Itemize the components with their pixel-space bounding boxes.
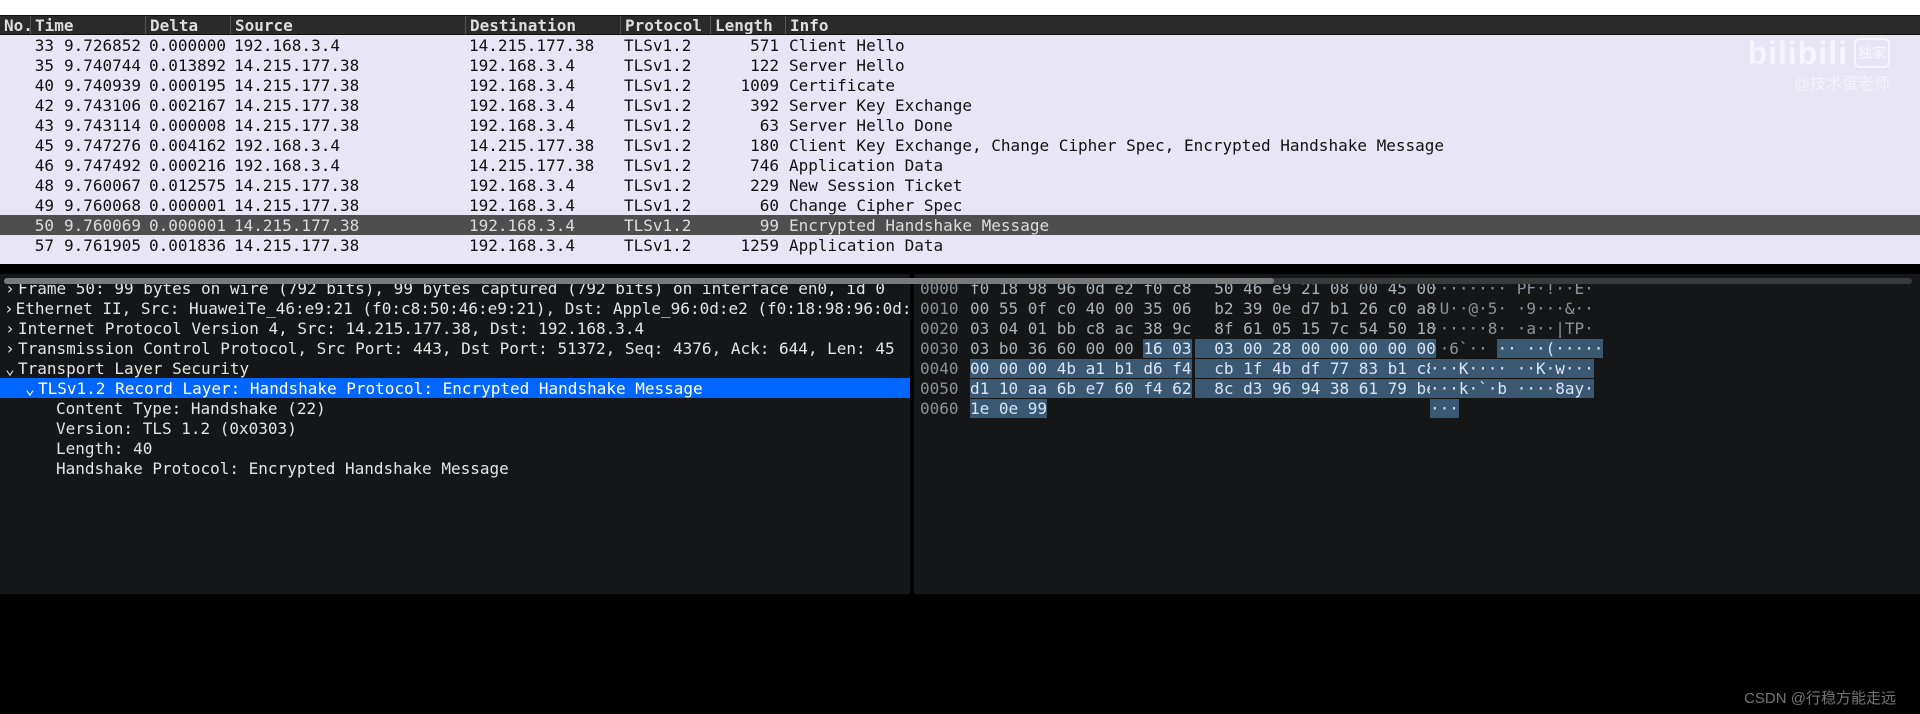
hdr-protocol[interactable]: Protocol [620,16,710,34]
packet-row[interactable]: 429.7431060.00216714.215.177.38192.168.3… [0,95,1920,115]
packet-row[interactable]: 409.7409390.00019514.215.177.38192.168.3… [0,75,1920,95]
tree-tls-record[interactable]: ⌄TLSv1.2 Record Layer: Handshake Protoco… [0,378,910,398]
tree-tls[interactable]: ⌄Transport Layer Security [0,358,910,378]
hdr-no[interactable]: No. [0,16,30,34]
packet-row[interactable]: 469.7474920.000216192.168.3.414.215.177.… [0,155,1920,175]
packet-row[interactable]: 439.7431140.00000814.215.177.38192.168.3… [0,115,1920,135]
packet-headers[interactable]: No. Time Delta Source Destination Protoc… [0,15,1920,35]
pane-divider[interactable] [0,264,1920,274]
packet-row[interactable]: 579.7619050.00183614.215.177.38192.168.3… [0,235,1920,255]
h-scrollbar[interactable] [4,278,1912,284]
packet-row[interactable]: 499.7600680.00000114.215.177.38192.168.3… [0,195,1920,215]
hdr-time[interactable]: Time [30,16,145,34]
tree-ethernet[interactable]: ›Ethernet II, Src: HuaweiTe_46:e9:21 (f0… [0,298,910,318]
packet-list-pane: No. Time Delta Source Destination Protoc… [0,0,1920,264]
chevron-down-icon: ⌄ [4,359,16,378]
hex-row[interactable]: 001000 55 0f c0 40 00 35 06 b2 39 0e d7 … [914,298,1920,318]
hdr-delta[interactable]: Delta [145,16,230,34]
chevron-down-icon: ⌄ [24,379,36,398]
hex-dump-pane[interactable]: 0000f0 18 98 96 0d e2 f0 c8 50 46 e9 21 … [910,274,1920,594]
tree-length[interactable]: Length: 40 [0,438,910,458]
packet-row[interactable]: 509.7600690.00000114.215.177.38192.168.3… [0,215,1920,235]
hex-row[interactable]: 0050d1 10 aa 6b e7 60 f4 62 8c d3 96 94 … [914,378,1920,398]
packet-row[interactable]: 459.7472760.004162192.168.3.414.215.177.… [0,135,1920,155]
packet-rows: 339.7268520.000000192.168.3.414.215.177.… [0,35,1920,255]
hex-row[interactable]: 003003 b0 36 60 00 00 16 03 03 00 28 00 … [914,338,1920,358]
tree-content-type[interactable]: Content Type: Handshake (22) [0,398,910,418]
tree-handshake-protocol[interactable]: Handshake Protocol: Encrypted Handshake … [0,458,910,478]
packet-row[interactable]: 489.7600670.01257514.215.177.38192.168.3… [0,175,1920,195]
chevron-right-icon: › [4,299,14,318]
tree-version[interactable]: Version: TLS 1.2 (0x0303) [0,418,910,438]
hdr-destination[interactable]: Destination [465,16,620,34]
packet-details-pane: ›Frame 50: 99 bytes on wire (792 bits), … [0,274,910,594]
h-scrollbar-thumb[interactable] [4,278,1274,284]
packet-row[interactable]: 359.7407440.01389214.215.177.38192.168.3… [0,55,1920,75]
hdr-source[interactable]: Source [230,16,465,34]
bilibili-watermark: bilibili独家 @技术蛋老师 [1748,35,1890,94]
csdn-watermark: CSDN @行稳方能走远 [0,674,1920,714]
hex-row[interactable]: 00601e 0e 99··· [914,398,1920,418]
chevron-right-icon: › [4,319,16,338]
tree-tcp[interactable]: ›Transmission Control Protocol, Src Port… [0,338,910,358]
packet-row[interactable]: 339.7268520.000000192.168.3.414.215.177.… [0,35,1920,55]
hdr-length[interactable]: Length [710,16,785,34]
filter-bar[interactable] [0,0,1920,15]
chevron-right-icon: › [4,339,16,358]
hex-row[interactable]: 002003 04 01 bb c8 ac 38 9c 8f 61 05 15 … [914,318,1920,338]
tree-ip[interactable]: ›Internet Protocol Version 4, Src: 14.21… [0,318,910,338]
hdr-info[interactable]: Info [785,16,1920,34]
hex-row[interactable]: 004000 00 00 4b a1 b1 d6 f4 cb 1f 4b df … [914,358,1920,378]
